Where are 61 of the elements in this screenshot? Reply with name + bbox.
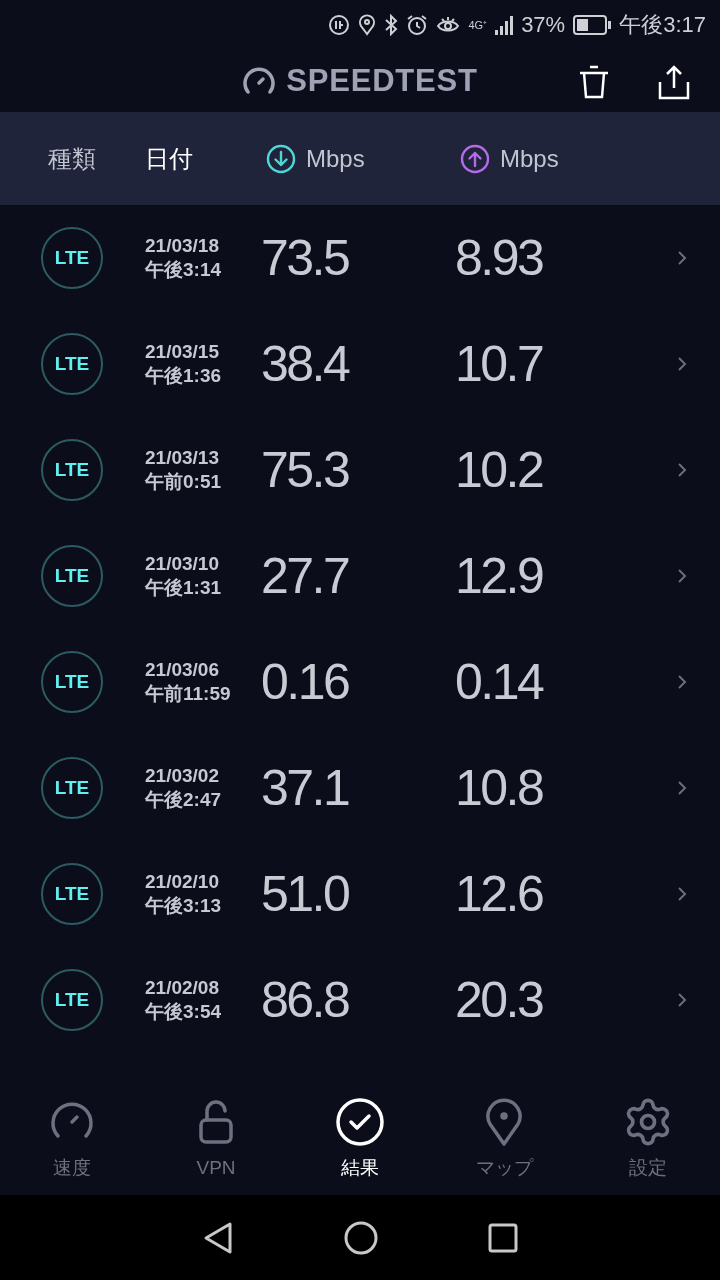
result-row[interactable]: LTE 21/03/06 午前11:59 0.16 0.14: [0, 629, 720, 735]
lte-badge: LTE: [41, 227, 103, 289]
download-speed: 86.8: [261, 970, 350, 1030]
result-row[interactable]: LTE 21/03/18 午後3:14 73.5 8.93: [0, 205, 720, 311]
app-title: SPEEDTEST: [286, 61, 478, 100]
upload-speed: 8.93: [455, 228, 544, 288]
upload-speed: 12.9: [455, 546, 544, 606]
test-time: 午後3:13: [145, 894, 223, 918]
upload-speed: 20.3: [455, 970, 544, 1030]
download-speed: 73.5: [261, 228, 350, 288]
lte-badge: LTE: [41, 545, 103, 607]
download-speed: 75.3: [261, 440, 350, 500]
lte-badge: LTE: [41, 757, 103, 819]
result-row[interactable]: LTE 21/03/02 午後2:47 37.1 10.8: [0, 735, 720, 841]
test-time: 午後1:31: [145, 576, 223, 600]
result-row[interactable]: LTE 21/03/10 午後1:31 27.7 12.9: [0, 523, 720, 629]
lte-badge: LTE: [41, 439, 103, 501]
test-date: 21/03/06: [145, 658, 220, 682]
nav-tab[interactable]: VPN: [144, 1083, 288, 1195]
nav-tab[interactable]: マップ: [432, 1083, 576, 1195]
lte-badge: LTE: [41, 651, 103, 713]
download-speed: 37.1: [261, 758, 350, 818]
upload-speed: 10.7: [455, 334, 544, 394]
network-type: 4G⁺: [468, 19, 488, 31]
test-date: 21/03/13: [145, 446, 220, 470]
lte-badge: LTE: [41, 333, 103, 395]
battery-percent: 37%: [521, 14, 566, 36]
test-date: 21/03/15: [145, 340, 220, 364]
test-time: 午後2:47: [145, 788, 223, 812]
upload-speed: 10.2: [455, 440, 544, 500]
nav-tab[interactable]: 速度: [0, 1083, 144, 1195]
nav-tab[interactable]: 結果: [288, 1083, 432, 1195]
download-speed: 0.16: [261, 652, 350, 712]
lte-badge: LTE: [41, 863, 103, 925]
column-header[interactable]: Mbps: [266, 140, 460, 177]
result-row[interactable]: LTE 21/02/08 午後3:54 86.8 20.3: [0, 947, 720, 1053]
column-header[interactable]: 日付: [145, 140, 266, 177]
clock: 午後3:17: [619, 14, 706, 36]
column-header[interactable]: 種類: [0, 140, 145, 177]
result-row[interactable]: LTE 21/03/13 午前0:51 75.3 10.2: [0, 417, 720, 523]
test-time: 午後1:36: [145, 364, 223, 388]
test-date: 21/03/10: [145, 552, 220, 576]
result-row[interactable]: LTE 21/03/15 午後1:36 38.4 10.7: [0, 311, 720, 417]
test-time: 午後3:54: [145, 1000, 223, 1024]
download-speed: 27.7: [261, 546, 350, 606]
test-date: 21/03/18: [145, 234, 220, 258]
test-time: 午前11:59: [145, 682, 232, 706]
test-date: 21/02/08: [145, 976, 220, 1000]
upload-speed: 10.8: [455, 758, 544, 818]
download-speed: 38.4: [261, 334, 350, 394]
upload-speed: 0.14: [455, 652, 544, 712]
upload-speed: 12.6: [455, 864, 544, 924]
download-speed: 51.0: [261, 864, 350, 924]
nav-tab[interactable]: 設定: [576, 1083, 720, 1195]
test-date: 21/03/02: [145, 764, 220, 788]
test-date: 21/02/10: [145, 870, 220, 894]
column-header[interactable]: Mbps: [460, 140, 660, 177]
test-time: 午前0:51: [145, 470, 223, 494]
test-time: 午後3:14: [145, 258, 223, 282]
result-row[interactable]: LTE 21/02/10 午後3:13 51.0 12.6: [0, 841, 720, 947]
lte-badge: LTE: [41, 969, 103, 1031]
